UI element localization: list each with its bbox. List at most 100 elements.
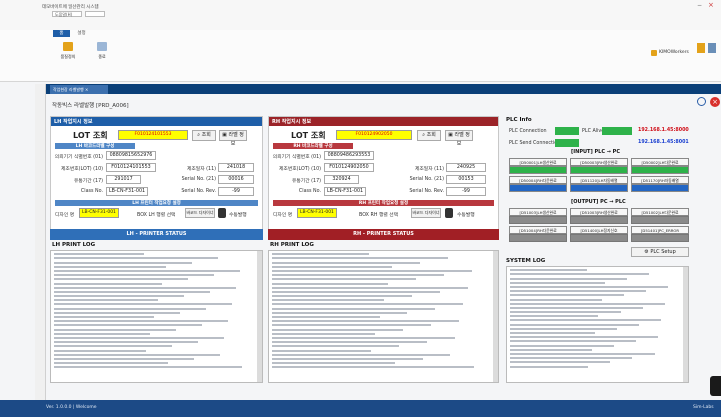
- plc-setup-button[interactable]: ⚙ PLC Setup: [631, 247, 689, 257]
- plc-output-0: [D51003]LH생산완료: [509, 208, 567, 216]
- rh-lot-input[interactable]: F010124902050: [336, 130, 412, 140]
- log-line: [54, 269, 240, 272]
- lh-f2-value[interactable]: 291017: [106, 175, 141, 184]
- log-line: [54, 320, 228, 323]
- rh-lot-label: LOT 조회: [291, 131, 326, 140]
- log-line: [510, 357, 633, 360]
- log-line: [54, 341, 198, 344]
- lh-f1-value[interactable]: F010124101553: [106, 163, 156, 172]
- rh-f0-value[interactable]: 08809486293553: [324, 151, 374, 160]
- log-line: [510, 327, 618, 330]
- lh-label-info-button[interactable]: ▣ 라벨 정보: [219, 130, 247, 147]
- document-icon: [708, 43, 716, 53]
- lh-print-subheader: LH 프린터 작업요청 설정: [55, 200, 258, 206]
- side-collapse-strip[interactable]: [35, 84, 46, 400]
- plc-input-1: [D50003]RH생산완료: [570, 158, 628, 166]
- log-line: [272, 265, 393, 268]
- lh-lot-input[interactable]: F010124101553: [118, 130, 188, 140]
- lh-f0-value[interactable]: 08809815652976: [106, 151, 156, 160]
- lh-box-select[interactable]: BOX LH 행렬 선택: [137, 211, 175, 218]
- log-line: [272, 341, 427, 344]
- lh-f3-value[interactable]: LB-CN-F31-001: [106, 187, 148, 196]
- toolbar-select[interactable]: [85, 11, 105, 17]
- log-line: [510, 281, 606, 284]
- log-line: [510, 277, 628, 280]
- lh-printer-status: LH - PRINTER STATUS: [50, 229, 263, 240]
- log-line: [272, 332, 376, 335]
- rh-header: RH 작업지시 정보: [269, 117, 498, 126]
- plc-input-title: [INPUT] PLC → PC: [571, 149, 621, 155]
- log-line: [272, 295, 412, 298]
- log-line: [54, 261, 192, 264]
- lh-design-input[interactable]: LB-CN-F31-001: [79, 208, 119, 218]
- rh-label-info-button[interactable]: ▣ 라벨 정보: [445, 130, 473, 147]
- lh-manual-print-button[interactable]: 수동발행: [229, 211, 247, 218]
- plc-send-ip: 192.168.1.45:8001: [638, 140, 689, 145]
- plc-connection-ip: 192.168.1.45:8000: [638, 128, 689, 133]
- rh-r0-label: 제조일자 (11): [414, 167, 444, 172]
- rh-search-button[interactable]: ⌕ 조회: [417, 130, 441, 141]
- tab-settings[interactable]: 설정: [73, 30, 90, 37]
- plc-output-4: [D51400]LH정지신호: [570, 226, 628, 234]
- user-icon: [651, 50, 657, 56]
- lh-r2-value[interactable]: -99: [218, 187, 254, 196]
- rh-log-list[interactable]: [268, 250, 499, 383]
- log-line: [272, 282, 389, 285]
- plc-send-label: PLC Send Connection: [509, 141, 561, 146]
- log-line: [510, 340, 636, 343]
- minimize-button[interactable]: −: [697, 2, 702, 9]
- system-log-scrollbar[interactable]: [683, 267, 688, 382]
- log-line: [54, 307, 206, 310]
- lh-barcode-subheader: LH 바코드라벨 구성: [55, 143, 135, 149]
- rh-f2-value[interactable]: 320924: [324, 175, 359, 184]
- tab-home[interactable]: 홈: [53, 30, 70, 37]
- close-page-icon[interactable]: ×: [710, 97, 720, 107]
- exit-button[interactable]: 종료: [92, 42, 112, 64]
- rh-r0-value[interactable]: 240925: [446, 163, 486, 172]
- system-log-title: SYSTEM LOG: [506, 258, 546, 264]
- rh-panel: RH 작업지시 정보 LOT 조회 F010124902050 ⌕ 조회 ▣ 라…: [268, 116, 499, 234]
- lh-log-scrollbar[interactable]: [257, 251, 262, 382]
- rh-r1-value[interactable]: 00153: [446, 175, 486, 184]
- log-line: [510, 298, 602, 301]
- status-right: Sim-Labs: [693, 405, 714, 410]
- side-handle[interactable]: [710, 376, 721, 396]
- lh-r0-value[interactable]: 241018: [218, 163, 254, 172]
- log-line: [272, 345, 399, 348]
- log-line: [54, 324, 202, 327]
- rh-design-input[interactable]: LB-CN-F31-001: [297, 208, 337, 218]
- system-log-list[interactable]: [506, 266, 689, 383]
- rh-designer-button[interactable]: 바코드 다자이너: [411, 208, 441, 218]
- plc-input-2: [D50002]LH다운완료: [631, 158, 689, 166]
- log-line: [510, 306, 643, 309]
- log-line: [272, 299, 384, 302]
- rh-r2-value[interactable]: -99: [446, 187, 486, 196]
- lh-panel: LH 작업지시 정보 LOT 조회 F010124101553 ⌕ 조회 ▣ 라…: [50, 116, 263, 234]
- log-line: [272, 336, 455, 339]
- rh-log-title: RH PRINT LOG: [270, 242, 314, 248]
- plc-output-4-state: [570, 234, 628, 242]
- lh-search-button[interactable]: ⌕ 조회: [192, 130, 216, 141]
- close-button[interactable]: ×: [708, 1, 714, 9]
- lh-r1-value[interactable]: 00016: [218, 175, 254, 184]
- lh-designer-button[interactable]: 바코드 다자이너: [185, 208, 215, 218]
- log-line: [272, 324, 432, 327]
- plc-title: PLC Info: [506, 117, 532, 123]
- title-bar: 데모바이트에 일산관리 시스템 도움말(H) − ×: [0, 0, 721, 30]
- lh-log-list[interactable]: [50, 250, 263, 383]
- rh-f3-value[interactable]: LB-CN-F31-001: [324, 187, 366, 196]
- rh-f1-value[interactable]: F010124902050: [324, 163, 374, 172]
- rh-print-subheader: RH 프린터 작업요청 설정: [273, 200, 494, 206]
- rh-log-scrollbar[interactable]: [493, 251, 498, 382]
- plc-output-3: [D51004]RH다운완료: [509, 226, 567, 234]
- rh-box-select[interactable]: BOX RH 행렬 선택: [359, 211, 398, 218]
- quality-button[interactable]: 품질정의: [58, 42, 78, 64]
- refresh-icon[interactable]: [697, 97, 706, 106]
- rh-manual-print-button[interactable]: 수동발행: [457, 211, 475, 218]
- plc-input-5-state: [631, 184, 689, 192]
- log-line: [54, 336, 224, 339]
- log-line: [272, 253, 369, 256]
- log-line: [272, 307, 436, 310]
- tab-label-print[interactable]: 작업현장 라벨발행 ×: [50, 85, 108, 94]
- help-menu[interactable]: 도움말(H): [52, 11, 82, 17]
